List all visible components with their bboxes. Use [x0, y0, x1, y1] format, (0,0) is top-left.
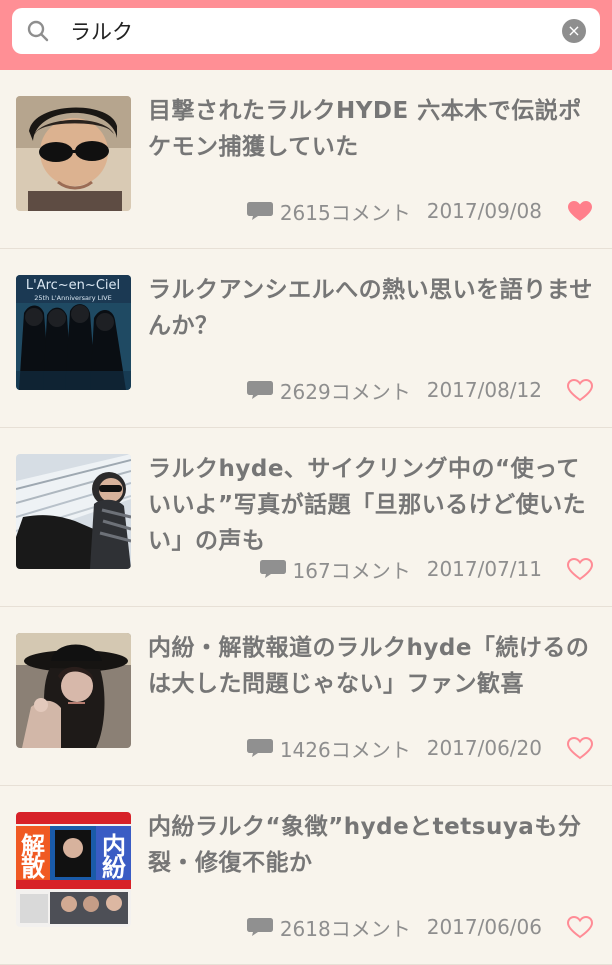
- comment-count: 2618コメント: [279, 916, 411, 941]
- comment-count: 2615コメント: [279, 200, 411, 225]
- heart-icon[interactable]: [566, 915, 594, 939]
- search-box[interactable]: ×: [12, 8, 600, 54]
- search-bar: ×: [0, 0, 612, 70]
- thumbnail-word-4: 紛: [102, 854, 126, 882]
- article-title[interactable]: 内紛・解散報道のラルクhyde「続けるのは大した問題じゃない」ファン歓喜: [148, 630, 594, 702]
- article-item[interactable]: L'Arc~en~Ciel 25th L'Anniversary LIVE ラル…: [0, 249, 612, 428]
- heart-icon[interactable]: [566, 199, 594, 223]
- comment-count: 2629コメント: [279, 379, 411, 404]
- article-date: 2017/06/20: [426, 736, 542, 760]
- article-date: 2017/08/12: [426, 378, 542, 402]
- article-thumbnail[interactable]: [16, 454, 131, 569]
- search-icon: [27, 20, 49, 42]
- article-title[interactable]: 内紛ラルク“象徴”hydeとtetsuyaも分裂・修復不能か: [148, 809, 594, 881]
- thumbnail-anniversary-text: 25th L'Anniversary LIVE: [34, 294, 111, 302]
- article-meta: 2629コメント 2017/08/12: [246, 376, 594, 404]
- comment-count: 1426コメント: [279, 737, 411, 762]
- heart-icon[interactable]: [566, 736, 594, 760]
- article-title[interactable]: 目撃されたラルクHYDE 六本木で伝説ポケモン捕獲していた: [148, 93, 594, 165]
- thumbnail-word-2: 散: [21, 854, 45, 882]
- article-thumbnail[interactable]: L'Arc~en~Ciel 25th L'Anniversary LIVE: [16, 275, 131, 390]
- article-list: 目撃されたラルクHYDE 六本木で伝説ポケモン捕獲していた 2615コメント 2…: [0, 70, 612, 965]
- clear-search-icon[interactable]: ×: [562, 19, 586, 43]
- article-item[interactable]: 目撃されたラルクHYDE 六本木で伝説ポケモン捕獲していた 2615コメント 2…: [0, 70, 612, 249]
- article-item[interactable]: ラルクhyde、サイクリング中の“使っていいよ”写真が話題「旦那いるけど使いたい…: [0, 428, 612, 607]
- heart-icon[interactable]: [566, 557, 594, 581]
- article-thumbnail[interactable]: [16, 633, 131, 748]
- article-date: 2017/07/11: [426, 557, 542, 581]
- comment-icon: [246, 918, 273, 936]
- article-date: 2017/06/06: [426, 915, 542, 939]
- search-input[interactable]: [70, 19, 550, 43]
- comment-count: 167コメント: [292, 558, 411, 583]
- comment-icon: [246, 381, 273, 399]
- heart-icon[interactable]: [566, 378, 594, 402]
- article-meta: 2618コメント 2017/06/06: [246, 913, 594, 941]
- article-date: 2017/09/08: [426, 199, 542, 223]
- article-meta: 1426コメント 2017/06/20: [246, 734, 594, 762]
- article-meta: 2615コメント 2017/09/08: [246, 197, 594, 225]
- thumbnail-band-name: L'Arc~en~Ciel: [26, 278, 120, 293]
- article-item[interactable]: 解 散 内 紛 内紛ラルク“象徴”hydeとtetsuyaも分裂・修復不能か 2…: [0, 786, 612, 965]
- article-meta: 167コメント 2017/07/11: [259, 555, 594, 583]
- article-title[interactable]: ラルクhyde、サイクリング中の“使っていいよ”写真が話題「旦那いるけど使いたい…: [148, 451, 594, 559]
- comment-icon: [246, 739, 273, 757]
- article-title[interactable]: ラルクアンシエルへの熱い思いを語りませんか？: [148, 272, 594, 344]
- comment-icon: [246, 202, 273, 220]
- article-item[interactable]: 内紛・解散報道のラルクhyde「続けるのは大した問題じゃない」ファン歓喜 142…: [0, 607, 612, 786]
- article-thumbnail[interactable]: [16, 96, 131, 211]
- article-thumbnail[interactable]: 解 散 内 紛: [16, 812, 131, 927]
- comment-icon: [259, 560, 286, 578]
